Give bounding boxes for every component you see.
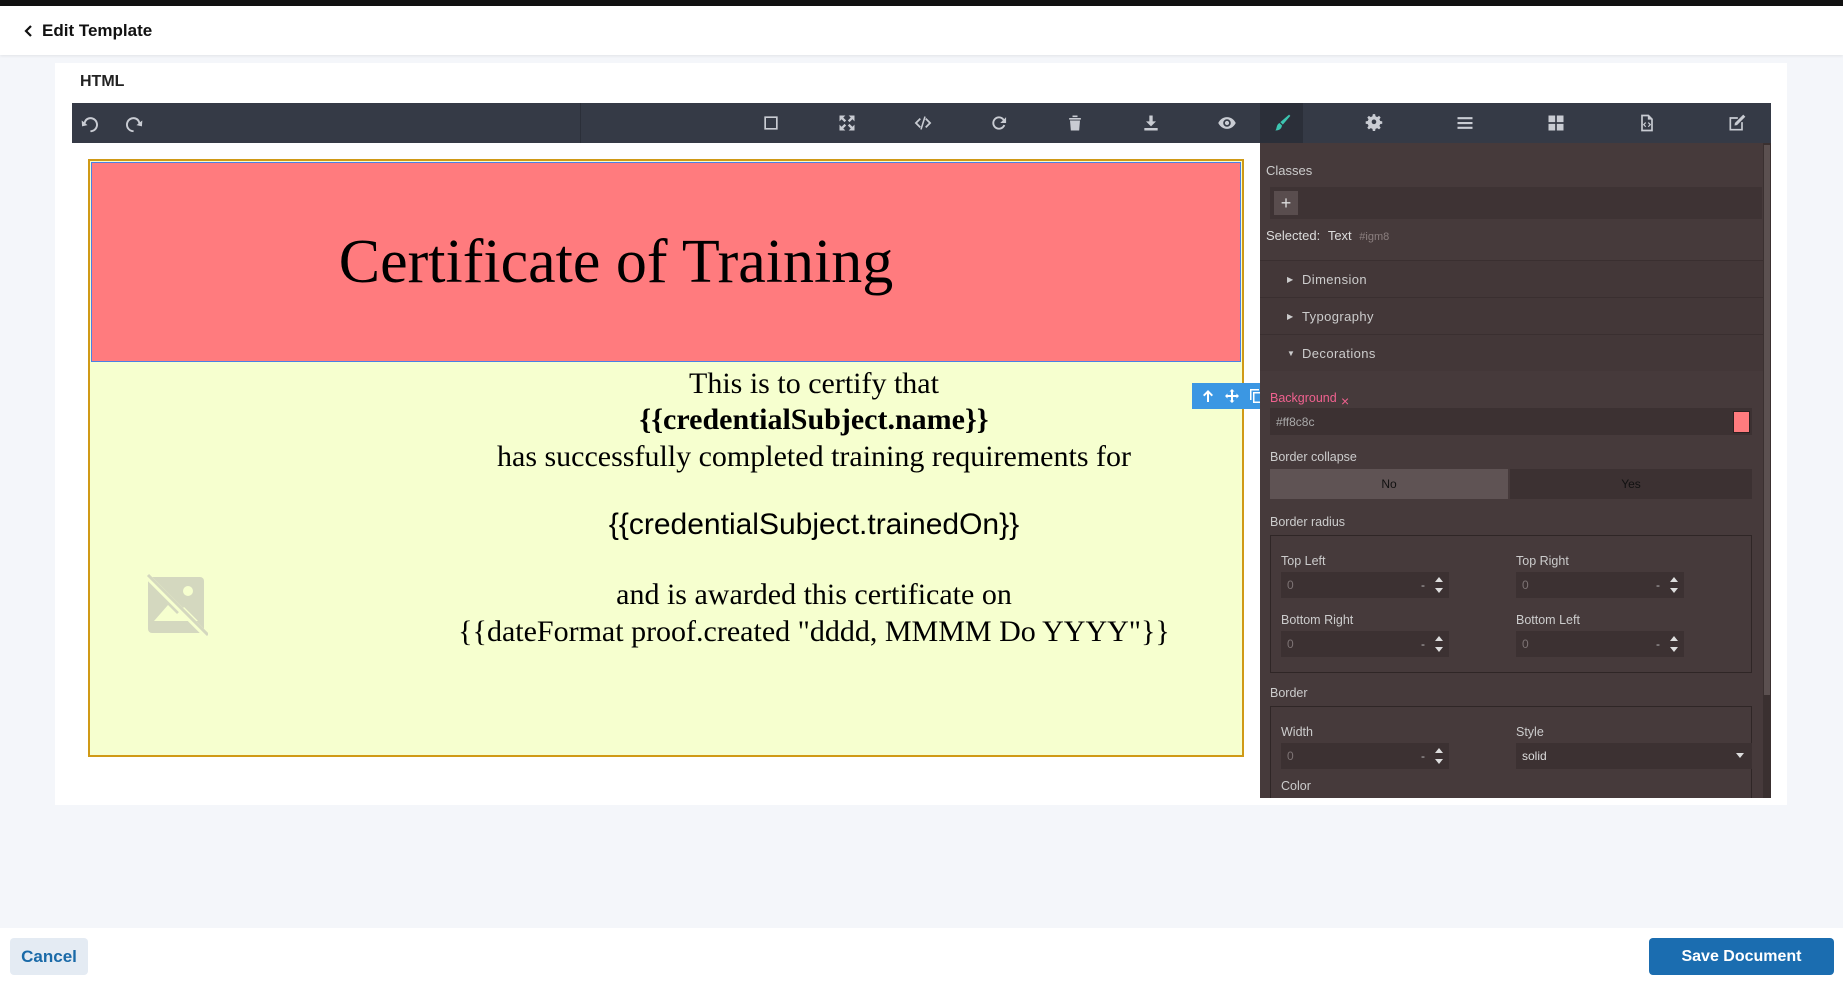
cancel-button[interactable]: Cancel [10, 938, 88, 975]
unit-text: - [1656, 637, 1660, 651]
border-color-label: Color [1281, 779, 1311, 793]
certificate-header[interactable]: Certificate of Training [91, 162, 1241, 362]
selected-type: Text [1327, 228, 1352, 243]
trash-icon[interactable] [1063, 111, 1087, 135]
html-editor: Certificate of Training This is to certi… [72, 103, 1771, 798]
border-style-label: Style [1516, 725, 1544, 739]
back-label: Edit Template [42, 20, 153, 40]
code-file-icon[interactable] [1635, 111, 1659, 135]
value-text: 0 [1287, 749, 1294, 763]
stepper-arrows-icon[interactable] [1670, 635, 1678, 653]
border-label: Border [1270, 686, 1308, 700]
border-radius-label: Border radius [1270, 515, 1346, 529]
page-footer: Cancel Save Document [0, 928, 1843, 985]
border-width-label: Width [1281, 725, 1313, 739]
value-text: 0 [1522, 637, 1529, 651]
card-title: HTML [80, 73, 125, 90]
border-collapse-yes[interactable]: Yes [1510, 469, 1752, 499]
caret-right-icon: ▶ [1287, 274, 1294, 284]
completed-line[interactable]: has successfully completed training requ… [238, 440, 1390, 474]
value-text: 0 [1287, 578, 1294, 592]
bottom-left-input[interactable]: 0 - [1516, 631, 1684, 657]
panel-scrollbar[interactable] [1763, 143, 1771, 798]
sector-label: Dimension [1302, 271, 1368, 287]
sector-label: Typography [1302, 308, 1374, 324]
fullscreen-icon[interactable] [835, 111, 859, 135]
bottom-right-label: Bottom Right [1281, 613, 1354, 627]
gear-icon[interactable] [1362, 111, 1386, 135]
top-left-input[interactable]: 0 - [1281, 572, 1449, 598]
sector-typography[interactable]: ▶ Typography [1260, 297, 1763, 334]
top-right-label: Top Right [1516, 554, 1569, 568]
unit-text: - [1656, 578, 1660, 592]
square-outline-icon[interactable] [759, 111, 783, 135]
sector-dimension[interactable]: ▶ Dimension [1260, 260, 1763, 297]
eye-icon[interactable] [1215, 111, 1239, 135]
template-card: HTML Certificate of Training This is to … [55, 63, 1787, 805]
arrow-up-icon[interactable] [1201, 389, 1215, 403]
add-class-button[interactable]: + [1274, 191, 1298, 215]
blocks-icon[interactable] [1544, 111, 1568, 135]
border-collapse-label: Border collapse [1270, 450, 1357, 464]
back-button[interactable]: Edit Template [24, 21, 152, 41]
bottom-left-label: Bottom Left [1516, 613, 1580, 627]
background-swatch[interactable] [1733, 411, 1750, 433]
value-text: 0 [1522, 578, 1529, 592]
selected-info: Selected: Text #igm8 [1266, 228, 1389, 243]
unit-text: - [1421, 637, 1425, 651]
awarded-line[interactable]: and is awarded this certificate on [238, 578, 1390, 612]
editor-toolbar [72, 103, 1771, 143]
refresh-icon[interactable] [987, 111, 1011, 135]
top-left-label: Top Left [1281, 554, 1326, 568]
caret-down-icon: ▼ [1287, 348, 1296, 358]
border-style-select[interactable]: solid [1516, 743, 1752, 769]
bottom-right-input[interactable]: 0 - [1281, 631, 1449, 657]
border-width-input[interactable]: 0 - [1281, 743, 1449, 769]
edit-icon[interactable] [1725, 111, 1749, 135]
trained-on-line[interactable]: {{credentialSubject.trainedOn}} [238, 508, 1390, 542]
download-icon[interactable] [1139, 111, 1163, 135]
classes-label: Classes [1266, 163, 1313, 178]
selected-label: Selected: [1266, 228, 1321, 243]
selected-id: #igm8 [1359, 231, 1390, 243]
undo-icon[interactable] [78, 111, 102, 135]
sector-label: Decorations [1302, 345, 1376, 361]
stepper-arrows-icon[interactable] [1435, 576, 1443, 594]
editor-canvas[interactable]: Certificate of Training This is to certi… [72, 143, 1296, 798]
stepper-arrows-icon[interactable] [1435, 747, 1443, 765]
classes-box[interactable]: + [1270, 187, 1762, 219]
paint-brush-icon[interactable] [1270, 111, 1294, 135]
code-icon[interactable] [911, 111, 935, 135]
unit-text: - [1421, 749, 1425, 763]
chevron-left-icon [24, 24, 32, 37]
select-value: solid [1522, 749, 1547, 763]
date-line[interactable]: {{dateFormat proof.created "dddd, MMMM D… [238, 615, 1390, 649]
background-label: Background [1270, 391, 1337, 405]
stepper-arrows-icon[interactable] [1435, 635, 1443, 653]
redo-icon[interactable] [122, 111, 146, 135]
toolbar-history-group [72, 103, 581, 143]
panel-tabs [1260, 103, 1771, 143]
stepper-arrows-icon[interactable] [1670, 576, 1678, 594]
unit-text: - [1421, 578, 1425, 592]
style-manager-panel: Classes + Selected: Text #igm8 ▶ Dimensi… [1260, 143, 1771, 798]
page-header: Edit Template [0, 6, 1843, 55]
save-document-button[interactable]: Save Document [1649, 938, 1834, 975]
value-text: 0 [1287, 637, 1294, 651]
image-placeholder-icon[interactable] [144, 573, 208, 637]
caret-right-icon: ▶ [1287, 311, 1294, 321]
certificate-title[interactable]: Certificate of Training [339, 227, 893, 298]
border-collapse-no[interactable]: No [1270, 469, 1508, 499]
clear-background-icon[interactable]: × [1341, 393, 1349, 409]
scrollbar-thumb[interactable] [1764, 145, 1770, 695]
background-input[interactable]: #ff8c8c [1270, 408, 1752, 435]
layers-icon[interactable] [1453, 111, 1477, 135]
certificate-frame[interactable]: Certificate of Training This is to certi… [88, 159, 1244, 757]
top-right-input[interactable]: 0 - [1516, 572, 1684, 598]
move-icon[interactable] [1225, 389, 1239, 403]
dropdown-arrow-icon [1736, 753, 1744, 758]
sector-decorations[interactable]: ▼ Decorations [1260, 334, 1763, 371]
